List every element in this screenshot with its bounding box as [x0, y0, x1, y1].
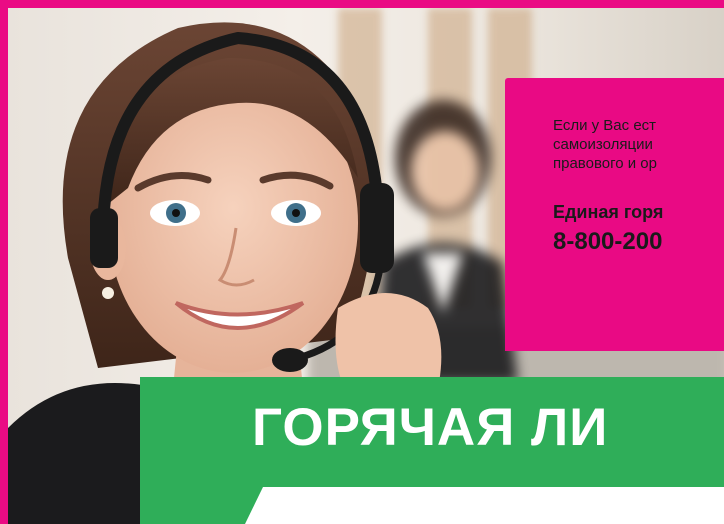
- info-line: самоизоляции: [553, 136, 653, 153]
- hotline-phone[interactable]: 8-800-200: [553, 228, 662, 256]
- info-text: Если у Вас ест самоизоляции правового и …: [553, 116, 724, 173]
- info-line: Если у Вас ест: [553, 117, 657, 134]
- pink-frame-left: [0, 0, 8, 524]
- hotline-banner: Если у Вас ест самоизоляции правового и …: [0, 0, 724, 524]
- white-strip: [245, 487, 724, 524]
- info-box: Если у Вас ест самоизоляции правового и …: [505, 78, 724, 351]
- banner-title: ГОРЯЧАЯ ЛИ: [252, 398, 609, 457]
- info-line: правового и ор: [553, 155, 657, 172]
- hotline-label: Единая горя: [553, 202, 664, 222]
- pink-frame-top: [0, 0, 724, 8]
